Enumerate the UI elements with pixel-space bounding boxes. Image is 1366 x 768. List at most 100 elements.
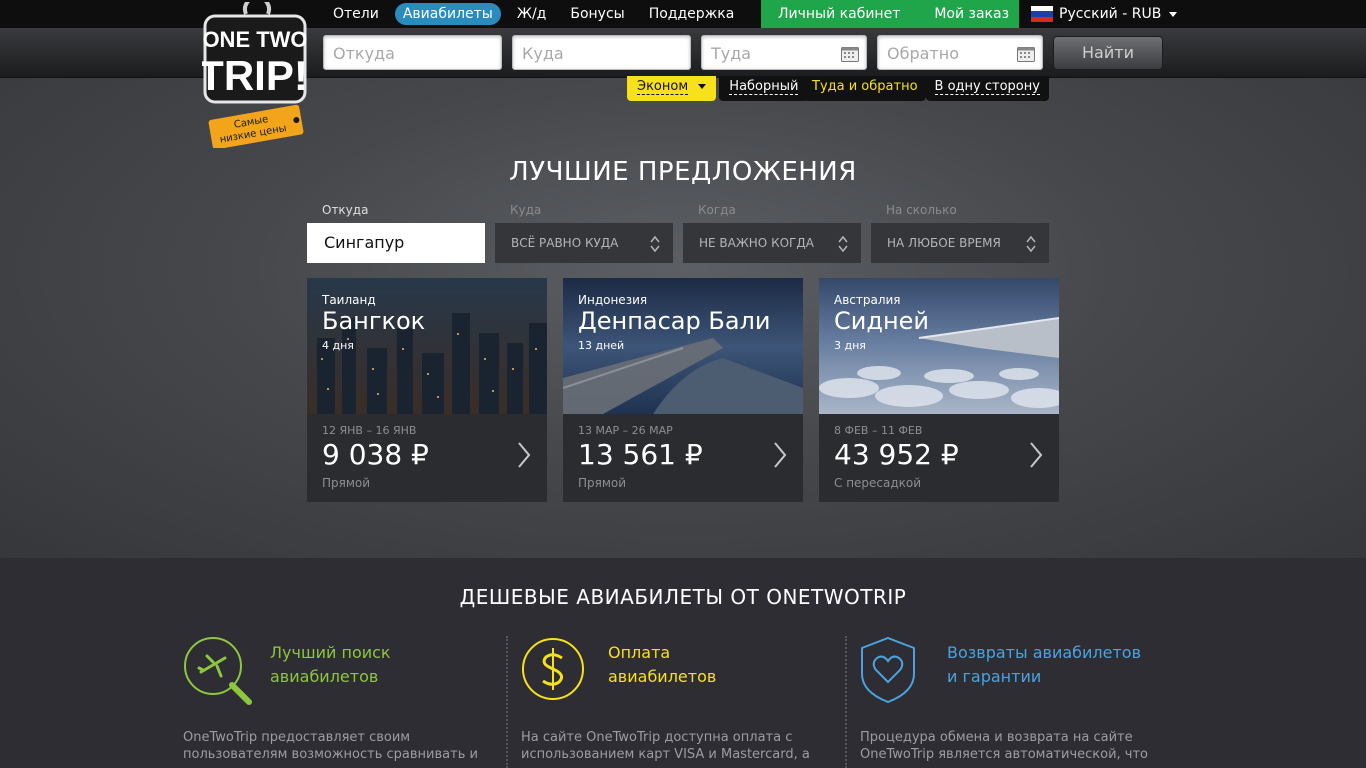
chevron-right-icon	[518, 442, 531, 468]
offer-duration: 13 дней	[578, 339, 625, 352]
duration-value: НА ЛЮБОЕ ВРЕМЯ	[887, 236, 1001, 250]
offer-duration: 4 дня	[322, 339, 354, 352]
feature-title-search: Лучший поиск авиабилетов	[270, 641, 391, 689]
feature-title-line: Лучший поиск	[270, 643, 391, 662]
offer-card-sydney[interactable]: Австралия Сидней 3 дня 8 ФЕВ – 11 ФЕВ 43…	[819, 278, 1059, 502]
feature-text-search: OneTwoTrip предоставляет своим пользоват…	[183, 729, 493, 763]
destination-select[interactable]: ВСЁ РАВНО КУДА	[495, 223, 673, 263]
language-label: Русский - RUB	[1059, 6, 1162, 22]
calendar-icon	[841, 47, 859, 62]
oneway-label: В одну сторону	[934, 79, 1040, 95]
logo-text-line1: ONE TWO	[202, 27, 307, 52]
chevron-right-icon	[1030, 442, 1043, 468]
calendar-icon	[1017, 47, 1035, 62]
offer-city: Денпасар Бали	[578, 307, 771, 335]
sort-arrows-icon	[838, 235, 848, 253]
offer-city: Бангкок	[322, 307, 426, 335]
when-select[interactable]: НЕ ВАЖНО КОГДА	[683, 223, 861, 263]
offer-dates: 13 МАР – 26 МАР	[578, 424, 673, 437]
offer-price: 13 561 ₽	[578, 438, 703, 471]
when-label: Когда	[698, 203, 736, 217]
my-order-link[interactable]: Мой заказ	[917, 6, 1026, 22]
class-filter: Эконом Наборный	[627, 76, 809, 101]
offer-duration: 3 дня	[834, 339, 866, 352]
offer-country: Таиланд	[322, 293, 376, 307]
feature-text-line: пользователям возможность сравнивать и	[183, 747, 478, 762]
chevron-down-icon	[698, 84, 707, 89]
class-select[interactable]: Эконом	[627, 76, 717, 101]
roundtrip-label: Туда и обратно	[812, 79, 918, 94]
logo-text-line2: TRIP!	[202, 52, 308, 99]
offer-details: 8 ФЕВ – 11 ФЕВ 43 952 ₽ С пересадкой	[819, 414, 1059, 502]
feature-text-line: OneTwoTrip предоставляет своим	[183, 730, 411, 745]
to-label: Куда	[510, 203, 542, 217]
offer-card-denpasar[interactable]: Индонезия Денпасар Бали 13 дней 13 МАР –…	[563, 278, 803, 502]
class-label: Эконом	[637, 79, 689, 95]
feature-text-refunds: Процедура обмена и возврата на сайте One…	[860, 729, 1170, 763]
nav-bonuses[interactable]: Бонусы	[562, 3, 632, 25]
feature-text-payment: На сайте OneTwoTrip доступна оплата с ис…	[521, 729, 831, 763]
sort-arrows-icon	[650, 235, 660, 253]
when-value: НЕ ВАЖНО КОГДА	[699, 236, 814, 250]
multi-city-label: Наборный	[729, 79, 799, 95]
offer-dates: 12 ЯНВ – 16 ЯНВ	[322, 424, 417, 437]
find-button[interactable]: Найти	[1053, 36, 1163, 70]
feature-title-line: и гарантии	[947, 667, 1042, 686]
destination-value: ВСЁ РАВНО КУДА	[511, 236, 619, 250]
duration-select[interactable]: НА ЛЮБОЕ ВРЕМЯ	[871, 223, 1049, 263]
russia-flag-icon	[1031, 6, 1053, 22]
depart-date-input[interactable]: Туда	[701, 35, 867, 70]
offer-details: 12 ЯНВ – 16 ЯНВ 9 038 ₽ Прямой	[307, 414, 547, 502]
roundtrip-option[interactable]: Туда и обратно	[804, 76, 926, 101]
duration-label: На сколько	[886, 203, 957, 217]
features-title: ДЕШЕВЫЕ АВИАБИЛЕТЫ ОТ ONETWOTRIP	[459, 585, 907, 609]
offer-country: Индонезия	[578, 293, 648, 307]
feature-title-line: Оплата	[608, 643, 671, 662]
feature-title-refunds: Возвраты авиабилетов и гарантии	[947, 641, 1141, 689]
feature-title-line: авиабилетов	[608, 667, 717, 686]
offer-country: Австралия	[834, 293, 901, 307]
onetwotrip-logo[interactable]: ONE TWO TRIP! Самые низкие цены	[202, 2, 312, 148]
return-date-input[interactable]: Обратно	[877, 35, 1043, 70]
to-input[interactable]: Куда	[512, 35, 691, 70]
offer-card-bangkok[interactable]: Таиланд Бангкок 4 дня 12 ЯНВ – 16 ЯНВ 9 …	[307, 278, 547, 502]
nav-flights[interactable]: Авиабилеты	[394, 3, 501, 25]
chevron-down-icon	[1169, 11, 1178, 17]
language-currency-select[interactable]: Русский - RUB	[1031, 0, 1178, 28]
offer-city: Сидней	[834, 307, 930, 335]
feature-text-line: Процедура обмена и возврата на сайте	[860, 730, 1133, 745]
offer-dates: 8 ФЕВ – 11 ФЕВ	[834, 424, 923, 437]
feature-text-line: OneTwoTrip является автоматической, что	[860, 747, 1148, 762]
from-label: Откуда	[322, 203, 369, 217]
account-block: Личный кабинет Мой заказ	[761, 0, 1019, 28]
trip-type-filter: Туда и обратно В одну сторону	[804, 76, 1049, 101]
shield-heart-icon	[861, 636, 915, 704]
dollar-coin-icon	[522, 638, 584, 700]
offers-title: ЛУЧШИЕ ПРЕДЛОЖЕНИЯ	[509, 157, 857, 187]
search-plane-icon	[184, 637, 252, 705]
depart-date-placeholder: Туда	[711, 44, 752, 63]
offer-flight-type: С пересадкой	[834, 476, 922, 490]
feature-title-payment: Оплата авиабилетов	[608, 641, 716, 689]
nav-hotels[interactable]: Отели	[325, 3, 387, 25]
offer-flight-type: Прямой	[578, 476, 627, 490]
personal-account-link[interactable]: Личный кабинет	[761, 6, 917, 22]
nav-trains[interactable]: Ж/д	[509, 3, 554, 25]
from-input[interactable]: Откуда	[323, 35, 502, 70]
feature-title-line: Возвраты авиабилетов	[947, 643, 1142, 662]
feature-title-line: авиабилетов	[270, 667, 379, 686]
main-nav: Отели Авиабилеты Ж/д Бонусы Поддержка	[325, 0, 750, 28]
offer-flight-type: Прямой	[322, 476, 371, 490]
divider	[845, 636, 847, 768]
offer-details: 13 МАР – 26 МАР 13 561 ₽ Прямой	[563, 414, 803, 502]
feature-text-line: На сайте OneTwoTrip доступна оплата с	[521, 730, 793, 745]
offers-from-input[interactable]: Сингапур	[307, 223, 485, 263]
return-date-placeholder: Обратно	[887, 44, 959, 63]
oneway-option[interactable]: В одну сторону	[925, 76, 1049, 101]
offer-price: 43 952 ₽	[834, 438, 959, 471]
multi-city-option[interactable]: Наборный	[719, 76, 809, 101]
sort-arrows-icon	[1026, 235, 1036, 253]
chevron-right-icon	[774, 442, 787, 468]
divider	[506, 636, 508, 768]
nav-support[interactable]: Поддержка	[641, 3, 743, 25]
